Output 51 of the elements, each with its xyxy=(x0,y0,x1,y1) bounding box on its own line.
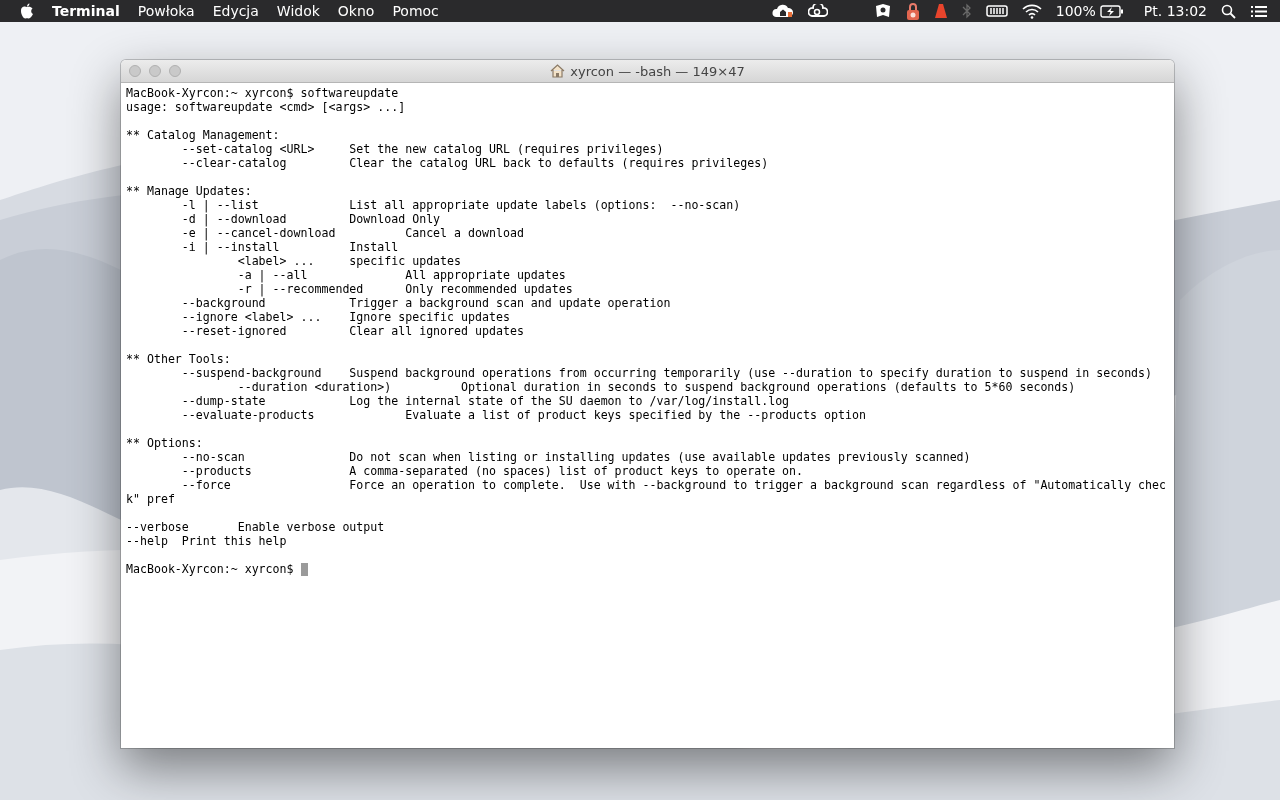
wifi-icon[interactable] xyxy=(1021,3,1042,19)
terminal-line: ** Other Tools: xyxy=(126,352,231,366)
padlock-icon[interactable] xyxy=(905,2,920,20)
terminal-line: --suspend-background Suspend background operations from occurring temporarily (use --duration to specify duration to suspend in seconds) xyxy=(180,366,1153,380)
menu-item[interactable]: Edycja xyxy=(212,3,259,19)
terminal-line: <label> ... specific updates xyxy=(236,254,462,268)
terminal-line: MacBook-Xyrcon:~ xyrcon$ softwareupdate xyxy=(126,86,399,100)
cloud-home-icon[interactable] xyxy=(771,3,794,19)
apple-icon[interactable] xyxy=(20,3,34,19)
terminal-line: ** Catalog Management: xyxy=(126,128,280,142)
battery-charging-icon[interactable] xyxy=(1099,4,1124,18)
home-icon xyxy=(550,64,566,78)
terminal-line: --set-catalog <URL> Set the new catalog URL (requires privileges) xyxy=(180,142,664,156)
app-menu[interactable]: Terminal xyxy=(52,3,120,19)
terminal-line: -l | --list List all appropriate update labels (options: --no-scan) xyxy=(180,198,741,212)
clock[interactable]: Pt. 13:02 xyxy=(1143,3,1207,19)
terminal-line: --force Force an operation to complete. Use with --background to trigger a background scan regardless of "Automatically chec xyxy=(180,478,1167,492)
terminal-line: -i | --install Install xyxy=(180,240,399,254)
menu-item[interactable]: Pomoc xyxy=(392,3,439,19)
terminal-line: --no-scan Do not scan when listing or installing updates (use available updates previously scanned) xyxy=(180,450,971,464)
cone-icon[interactable] xyxy=(933,3,948,19)
terminal-line: --verbose Enable verbose output xyxy=(126,520,385,534)
menu-item[interactable]: Widok xyxy=(276,3,320,19)
terminal-line: -r | --recommended Only recommended updates xyxy=(236,282,573,296)
terminal-line: -a | --all All appropriate updates xyxy=(236,268,566,282)
terminal-line: usage: softwareupdate <cmd> [<args> ...] xyxy=(126,100,406,114)
window-title: xyrcon — -bash — 149×47 xyxy=(570,63,745,79)
terminal-line: --dump-state Log the internal state of the SU daemon to /var/log/install.log xyxy=(180,394,790,408)
terminal-line: --duration <duration>) Optional duration in seconds to suspend background operations (defaults to 5*60 seconds) xyxy=(236,380,1076,394)
terminal-line: --ignore <label> ... Ignore specific updates xyxy=(180,310,510,324)
menu-item[interactable]: Powłoka xyxy=(137,3,195,19)
terminal-line: --background Trigger a background scan and update operation xyxy=(180,296,671,310)
memory-icon[interactable] xyxy=(985,4,1008,18)
terminal-line: --reset-ignored Clear all ignored updates xyxy=(180,324,524,338)
terminal-line: --clear-catalog Clear the catalog URL back to defaults (requires privileges) xyxy=(180,156,769,170)
terminal-line: -e | --cancel-download Cancel a download xyxy=(180,226,524,240)
terminal-line: -d | --download Download Only xyxy=(180,212,441,226)
battery-percent: 100% xyxy=(1055,3,1096,19)
menu-icon[interactable] xyxy=(1250,4,1268,18)
bluetooth-icon[interactable] xyxy=(961,3,972,19)
terminal-line: k" pref xyxy=(126,492,175,506)
menu-item[interactable]: Okno xyxy=(337,3,375,19)
creative-cloud-icon[interactable] xyxy=(807,4,828,18)
terminal-line: ** Options: xyxy=(126,436,203,450)
text-cursor xyxy=(300,562,308,576)
terminal-line: --help Print this help xyxy=(126,534,287,548)
terminal-line: ** Manage Updates: xyxy=(126,184,252,198)
terminal-prompt: MacBook-Xyrcon:~ xyrcon$ xyxy=(126,562,295,576)
terminal-line: --evaluate-products Evaluate a list of product keys specified by the --products option xyxy=(180,408,866,422)
search-icon[interactable] xyxy=(1221,3,1236,19)
terminal-line: --products A comma-separated (no spaces) list of product keys to operate on. xyxy=(180,464,804,478)
